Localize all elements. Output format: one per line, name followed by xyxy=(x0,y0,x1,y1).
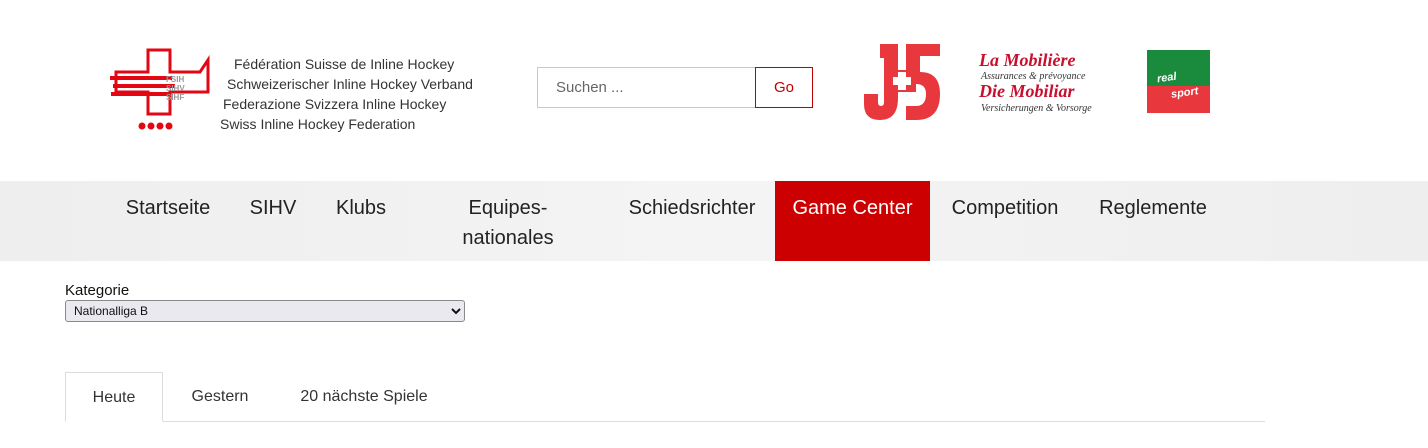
federation-logo[interactable]: FSIH SIHV SIHF Fédération Suisse de Inli… xyxy=(108,48,478,134)
nav-item-startseite[interactable]: Startseite xyxy=(110,181,226,261)
svg-text:SIHF: SIHF xyxy=(166,93,184,102)
federation-name-fr: Fédération Suisse de Inline Hockey xyxy=(234,56,455,72)
nav-item-sihv[interactable]: SIHV xyxy=(236,181,310,261)
search-go-button[interactable]: Go xyxy=(755,67,813,108)
nav-item-reglemente[interactable]: Reglemente xyxy=(1086,181,1220,261)
nav-item-equipes-nationales[interactable]: Equipes-nationales xyxy=(440,181,576,261)
sponsor-js-logo[interactable] xyxy=(862,42,942,127)
federation-name-en: Swiss Inline Hockey Federation xyxy=(220,116,416,132)
search-input[interactable] xyxy=(537,67,755,108)
federation-name-it: Federazione Svizzera Inline Hockey xyxy=(223,96,447,112)
tab-gestern[interactable]: Gestern xyxy=(172,372,268,422)
nav-item-klubs[interactable]: Klubs xyxy=(320,181,402,261)
mobiliar-line-4: Versicherungen & Vorsorge xyxy=(981,103,1092,114)
tab-heute[interactable]: Heute xyxy=(65,372,163,422)
svg-text:SIHV: SIHV xyxy=(166,84,185,93)
mobiliar-line-1: La Mobilière xyxy=(979,50,1076,70)
nav-item-schiedsrichter[interactable]: Schiedsrichter xyxy=(614,181,770,261)
mobiliar-line-3: Die Mobiliar xyxy=(979,81,1075,101)
swiss-cross-logo-icon: FSIH SIHV SIHF xyxy=(110,48,210,130)
j-plus-s-logo-icon xyxy=(864,44,940,120)
tab-20-naechste-spiele[interactable]: 20 nächste Spiele xyxy=(288,372,440,422)
federation-name-de: Schweizerischer Inline Hockey Verband xyxy=(227,76,473,92)
main-navigation: Startseite SIHV Klubs Equipes-nationales… xyxy=(0,181,1428,261)
nav-item-competition[interactable]: Competition xyxy=(936,181,1074,261)
category-select[interactable]: Nationalliga B xyxy=(65,300,465,322)
sponsor-mobiliar-logo[interactable]: La Mobilière Assurances & prévoyance Die… xyxy=(979,50,1109,120)
nav-item-game-center[interactable]: Game Center xyxy=(775,181,930,261)
logo-mark-text: FSIH xyxy=(166,75,184,84)
sponsor-realsport-logo[interactable]: real sport xyxy=(1147,50,1210,113)
category-label: Kategorie xyxy=(65,282,130,299)
federation-names: Fédération Suisse de Inline Hockey Schwe… xyxy=(220,54,473,134)
